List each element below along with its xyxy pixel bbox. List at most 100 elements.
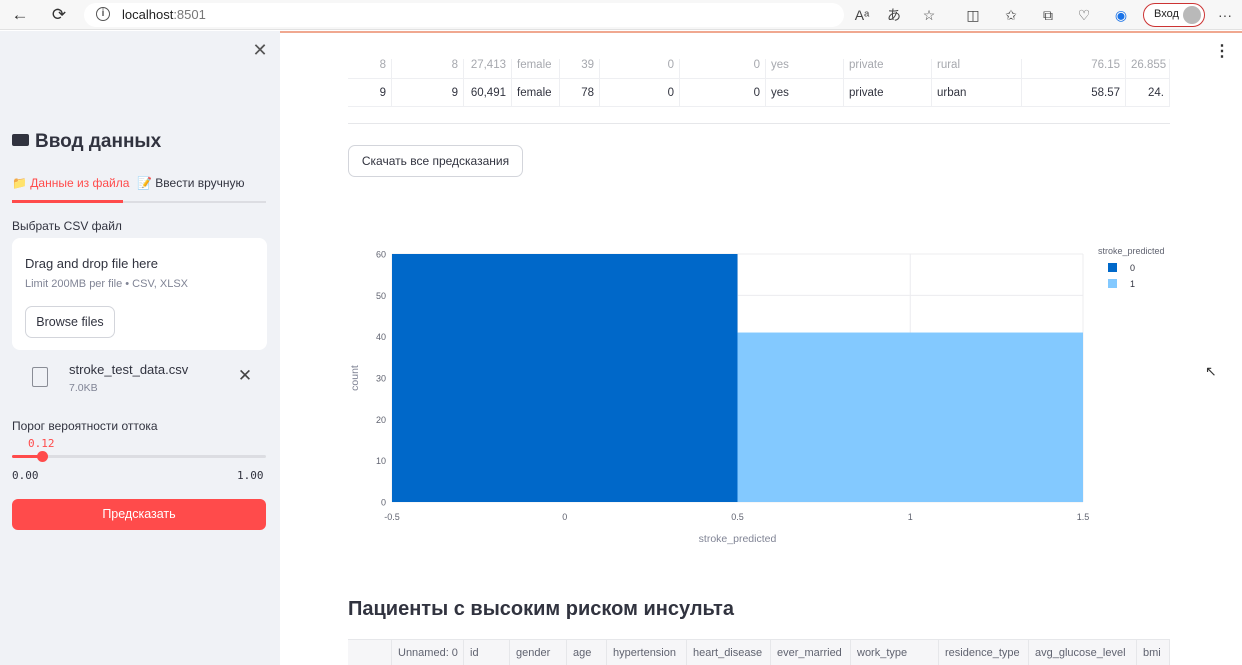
table-cell: 0: [600, 59, 680, 79]
avatar: [1183, 6, 1201, 24]
y-tick-label: 30: [376, 374, 386, 384]
table-row[interactable]: 9 9 60,491 female 78 0 0 yes private urban 58.57 24…: [348, 79, 1170, 107]
collections-icon[interactable]: ⧉: [1038, 5, 1058, 25]
table-cell: yes: [766, 59, 844, 79]
browse-files-button[interactable]: Browse files: [25, 306, 115, 338]
column-header[interactable]: age: [567, 640, 607, 665]
edge-copilot-icon[interactable]: ◉: [1111, 5, 1131, 25]
tab-file-data[interactable]: 📁 Данные из файла: [12, 176, 129, 190]
bar-1[interactable]: [737, 332, 1084, 502]
table-row[interactable]: 8 8 27,413 female 39 0 0 yes private rural 76.15 26…: [348, 59, 1170, 79]
table-cell: 9: [348, 79, 392, 107]
slider-track[interactable]: [12, 455, 266, 458]
file-icon: [32, 367, 48, 387]
table-cell: 8: [392, 59, 464, 79]
x-tick-label: 0: [562, 512, 567, 522]
column-header[interactable]: heart_disease: [687, 640, 771, 665]
sidebar-title: Ввод данных: [12, 131, 161, 153]
table-cell: female: [512, 59, 560, 79]
table-cell: yes: [766, 79, 844, 107]
x-tick-label: -0.5: [384, 512, 400, 522]
running-indicator-line: [280, 31, 1242, 33]
column-header[interactable]: bmi: [1137, 640, 1170, 665]
legend-label: 1: [1130, 279, 1135, 289]
table-cell: 26.855: [1126, 59, 1170, 79]
tab-active-indicator: [12, 200, 123, 203]
y-tick-label: 60: [376, 250, 386, 260]
column-header[interactable]: Unnamed: 0: [392, 640, 464, 665]
slider-label: Порог вероятности оттока: [12, 419, 158, 433]
table-cell: 60,491: [464, 79, 512, 107]
column-header[interactable]: gender: [510, 640, 567, 665]
column-header[interactable]: work_type: [851, 640, 939, 665]
folder-icon: [12, 134, 29, 146]
column-header[interactable]: ever_married: [771, 640, 851, 665]
slider-value: 0.12: [28, 437, 55, 450]
column-header[interactable]: id: [464, 640, 510, 665]
table-cell: private: [844, 59, 932, 79]
legend-swatch: [1108, 279, 1117, 288]
y-tick-label: 10: [376, 456, 386, 466]
legend-label: 0: [1130, 263, 1135, 273]
address-bar[interactable]: i localhost:8501: [84, 3, 844, 27]
y-axis-label: count: [349, 365, 361, 391]
stroke-prediction-chart[interactable]: 0102030405060-0.5 0 0.5 1 1.5stroke_predicte…: [320, 231, 1180, 561]
bar-0[interactable]: [392, 254, 738, 502]
browser-toolbar: ← ⟳ i localhost:8501 Aᵃ あ ☆ ◫ ✩ ⧉ ♡ ◉ Вх…: [0, 0, 1242, 30]
table-cell: 39: [560, 59, 600, 79]
column-header[interactable]: residence_type: [939, 640, 1029, 665]
legend-swatch: [1108, 263, 1117, 272]
mouse-cursor-icon: ↖: [1205, 363, 1217, 379]
x-tick-label: 1.5: [1077, 512, 1090, 522]
favorites-icon[interactable]: ✩: [1001, 5, 1021, 25]
uploaded-file-name: stroke_test_data.csv: [69, 362, 189, 377]
file-dropzone[interactable]: Drag and drop file here Limit 200MB per …: [12, 238, 267, 350]
download-predictions-button[interactable]: Скачать все предсказания: [348, 145, 523, 177]
site-info-icon[interactable]: i: [96, 7, 110, 21]
legend-title: stroke_predicted: [1098, 246, 1165, 256]
high-risk-table-header[interactable]: Unnamed: 0 id gender age hypertension heart_d…: [348, 639, 1170, 665]
slider-min-label: 0.00: [12, 469, 39, 482]
high-risk-section-title: Пациенты с высоким риском инсульта: [348, 598, 734, 620]
column-header[interactable]: avg_glucose_level: [1029, 640, 1137, 665]
close-icon[interactable]: ✕: [250, 40, 270, 60]
table-cell: urban: [932, 79, 1022, 107]
table-cell: 58.57: [1022, 79, 1126, 107]
table-cell: 24.: [1126, 79, 1170, 107]
tab-manual-input[interactable]: 📝 Ввести вручную: [137, 176, 245, 190]
table-cell: 76.15: [1022, 59, 1126, 79]
back-icon[interactable]: ←: [9, 4, 31, 26]
dropzone-title: Drag and drop file here: [25, 256, 158, 271]
table-cell: 78: [560, 79, 600, 107]
login-label: Вход: [1154, 8, 1179, 20]
file-uploader-label: Выбрать CSV файл: [12, 219, 122, 233]
remove-file-icon[interactable]: ✕: [236, 367, 254, 385]
uploaded-file-size: 7.0KB: [69, 382, 98, 394]
reload-icon[interactable]: ⟳: [48, 4, 70, 26]
predict-button[interactable]: Предсказать: [12, 499, 266, 530]
more-menu-icon[interactable]: ···: [1215, 5, 1235, 25]
main-menu-icon[interactable]: ⋮: [1214, 43, 1230, 61]
favorite-star-icon[interactable]: ☆: [919, 5, 939, 25]
column-header[interactable]: hypertension: [607, 640, 687, 665]
table-cell: 9: [392, 79, 464, 107]
x-axis-label: stroke_predicted: [699, 533, 777, 545]
profile-login-button[interactable]: Вход: [1143, 3, 1205, 27]
slider-thumb[interactable]: [36, 451, 48, 462]
x-tick-label: 0.5: [731, 512, 744, 522]
translate-icon[interactable]: あ: [884, 5, 904, 25]
table-cell: 0: [600, 79, 680, 107]
sidebar: ✕ Ввод данных 📁 Данные из файла 📝 Ввести…: [0, 31, 280, 665]
table-cell: 0: [680, 79, 766, 107]
dropzone-limit-text: Limit 200MB per file • CSV, XLSX: [25, 278, 189, 290]
predictions-table[interactable]: 8 8 27,413 female 39 0 0 yes private rural 76.15 26…: [348, 59, 1170, 124]
y-tick-label: 50: [376, 291, 386, 301]
url-text: localhost:8501: [122, 7, 206, 22]
x-tick-label: 1: [908, 512, 913, 522]
split-screen-icon[interactable]: ◫: [963, 5, 983, 25]
table-cell: female: [512, 79, 560, 107]
browser-essentials-icon[interactable]: ♡: [1074, 5, 1094, 25]
y-tick-label: 40: [376, 332, 386, 342]
column-header[interactable]: [348, 640, 392, 665]
read-aloud-icon[interactable]: Aᵃ: [852, 5, 872, 25]
